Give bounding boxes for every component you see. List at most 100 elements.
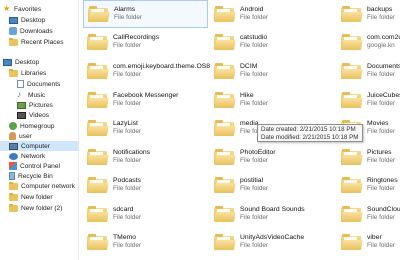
folder-icon (214, 177, 236, 193)
folder-type: File fol (240, 128, 259, 135)
nav-recycle-bin[interactable]: Recycle Bin (9, 171, 78, 181)
control-panel-icon (9, 162, 17, 170)
folder-type: File folder (113, 128, 142, 135)
nav-user[interactable]: user (9, 131, 78, 141)
nav-recent-places[interactable]: Recent Places (9, 37, 78, 47)
nav-label: Downloads (20, 27, 53, 35)
nav-computer-network[interactable]: Computer network (9, 181, 78, 191)
folder-type: File folder (240, 214, 269, 221)
folder-item[interactable]: viber File folder (337, 228, 400, 256)
user-icon (9, 132, 16, 140)
folder-type: File folder (240, 100, 269, 107)
folder-item[interactable]: CallRecordings File folder (83, 28, 208, 56)
folder-info-tooltip: Date created: 2/21/2015 10:18 PM Date mo… (257, 124, 363, 142)
nav-label: New folder (2) (21, 204, 63, 212)
folder-item[interactable]: Android File folder (210, 0, 335, 28)
folder-item[interactable]: backups File folder (337, 0, 400, 28)
folder-item[interactable]: PhotoEditor File folder (210, 143, 335, 171)
folder-name: postitial (240, 177, 264, 184)
tooltip-date-created: Date created: 2/21/2015 10:18 PM (261, 126, 356, 133)
computer-icon (9, 142, 18, 150)
folder-type: google.kn (367, 42, 395, 49)
folder-icon (9, 203, 18, 212)
folder-item[interactable]: Pictures File folder (337, 143, 400, 171)
nav-label: Desktop (21, 16, 46, 24)
folder-item[interactable]: UnityAdsVideoCache File folder (210, 228, 335, 256)
nav-network[interactable]: Network (9, 151, 78, 161)
folder-item[interactable]: com.com2u google.kn (337, 28, 400, 56)
folder-type: File folder (240, 185, 269, 192)
nav-label: Computer network (21, 182, 75, 190)
folder-icon (87, 234, 109, 250)
folder-icon (214, 63, 236, 79)
folder-type: File folder (367, 185, 396, 192)
nav-videos[interactable]: Videos (17, 110, 78, 120)
folder-type: File folder (240, 242, 269, 249)
folder-icon (88, 6, 110, 22)
folder-name: Notifications (113, 149, 151, 156)
folder-item[interactable]: Ringtones File folder (337, 171, 400, 199)
homegroup-icon (9, 122, 17, 130)
nav-desktop-favorite[interactable]: Desktop (9, 15, 78, 25)
nav-downloads[interactable]: Downloads (9, 26, 78, 36)
folder-name: Movies (367, 120, 389, 127)
folder-type: File folder (240, 71, 269, 78)
nav-music[interactable]: ♪ Music (17, 90, 78, 100)
folder-type: File folder (240, 14, 269, 21)
nav-libraries[interactable]: Libraries (9, 68, 78, 78)
folder-item[interactable]: SoundCloudFile folder (337, 200, 400, 228)
folder-item[interactable]: DCIM File folder (210, 57, 335, 85)
nav-label: Documents (27, 80, 61, 88)
nav-label: Recent Places (21, 38, 64, 46)
navigation-pane[interactable]: ★ Favorites Desktop Downloads Recent Pla… (0, 0, 79, 260)
nav-new-folder[interactable]: New folder (9, 192, 78, 202)
folder-item[interactable]: Documents File folder (337, 57, 400, 85)
folder-item[interactable]: Alarms File folder (83, 0, 208, 28)
nav-label: Libraries (21, 69, 47, 77)
nav-label: Network (21, 152, 46, 160)
folder-icon (214, 34, 236, 50)
folder-type: File folder (113, 185, 142, 192)
folder-item[interactable]: Sound Board Sounds File folder (210, 200, 335, 228)
folder-item[interactable]: Facebook Messenger File folder (83, 86, 208, 114)
folder-type: File folder (367, 128, 396, 135)
nav-homegroup[interactable]: Homegroup (9, 121, 78, 131)
folder-name: Android (240, 6, 264, 13)
nav-pictures[interactable]: Pictures (17, 100, 78, 110)
nav-computer[interactable]: Computer (0, 141, 78, 151)
folder-item[interactable]: sdcard File folder (83, 200, 208, 228)
folder-name: Ringtones (367, 177, 398, 184)
folder-name: Sound Board Sounds (240, 206, 305, 213)
folder-item[interactable]: JuiceCubes File folder (337, 86, 400, 114)
folder-item[interactable]: com.emoji.keyboard.theme.OS8 File folder (83, 57, 210, 85)
nav-documents[interactable]: Documents (17, 79, 78, 89)
folder-item[interactable]: LazyList File folder (83, 114, 208, 142)
folder-type: File folder (367, 157, 396, 164)
folder-name: PhotoEditor (240, 149, 276, 156)
nav-desktop[interactable]: Desktop (3, 57, 78, 67)
folder-icon (87, 149, 109, 165)
nav-label: Computer (21, 142, 50, 150)
folder-item[interactable]: postitial File folder (210, 171, 335, 199)
desktop-icon (3, 58, 12, 66)
folder-type: File folder (113, 242, 142, 249)
nav-label: Music (28, 91, 46, 99)
folder-type: File folder (367, 214, 396, 221)
nav-favorites[interactable]: ★ Favorites (3, 4, 78, 14)
folder-name: backups (367, 6, 393, 13)
folder-icon (214, 206, 236, 222)
nav-control-panel[interactable]: Control Panel (9, 161, 78, 171)
folder-item[interactable]: TMemo File folder (83, 228, 208, 256)
folder-type: File folder (367, 14, 396, 21)
folder-item[interactable]: Podcasts File folder (83, 171, 208, 199)
folder-item[interactable]: Notifications File folder (83, 143, 208, 171)
nav-label: Favorites (14, 5, 42, 13)
folder-item[interactable]: Hike File folder (210, 86, 335, 114)
folder-item[interactable]: catstudio File folder (210, 28, 335, 56)
tooltip-date-modified: Date modified: 2/21/2015 10:18 PM (261, 133, 359, 141)
star-icon: ★ (3, 4, 11, 13)
folder-icon (87, 92, 109, 108)
nav-new-folder-2[interactable]: New folder (2) (9, 203, 78, 213)
folder-icon (214, 149, 236, 165)
folder-icon (87, 34, 109, 50)
